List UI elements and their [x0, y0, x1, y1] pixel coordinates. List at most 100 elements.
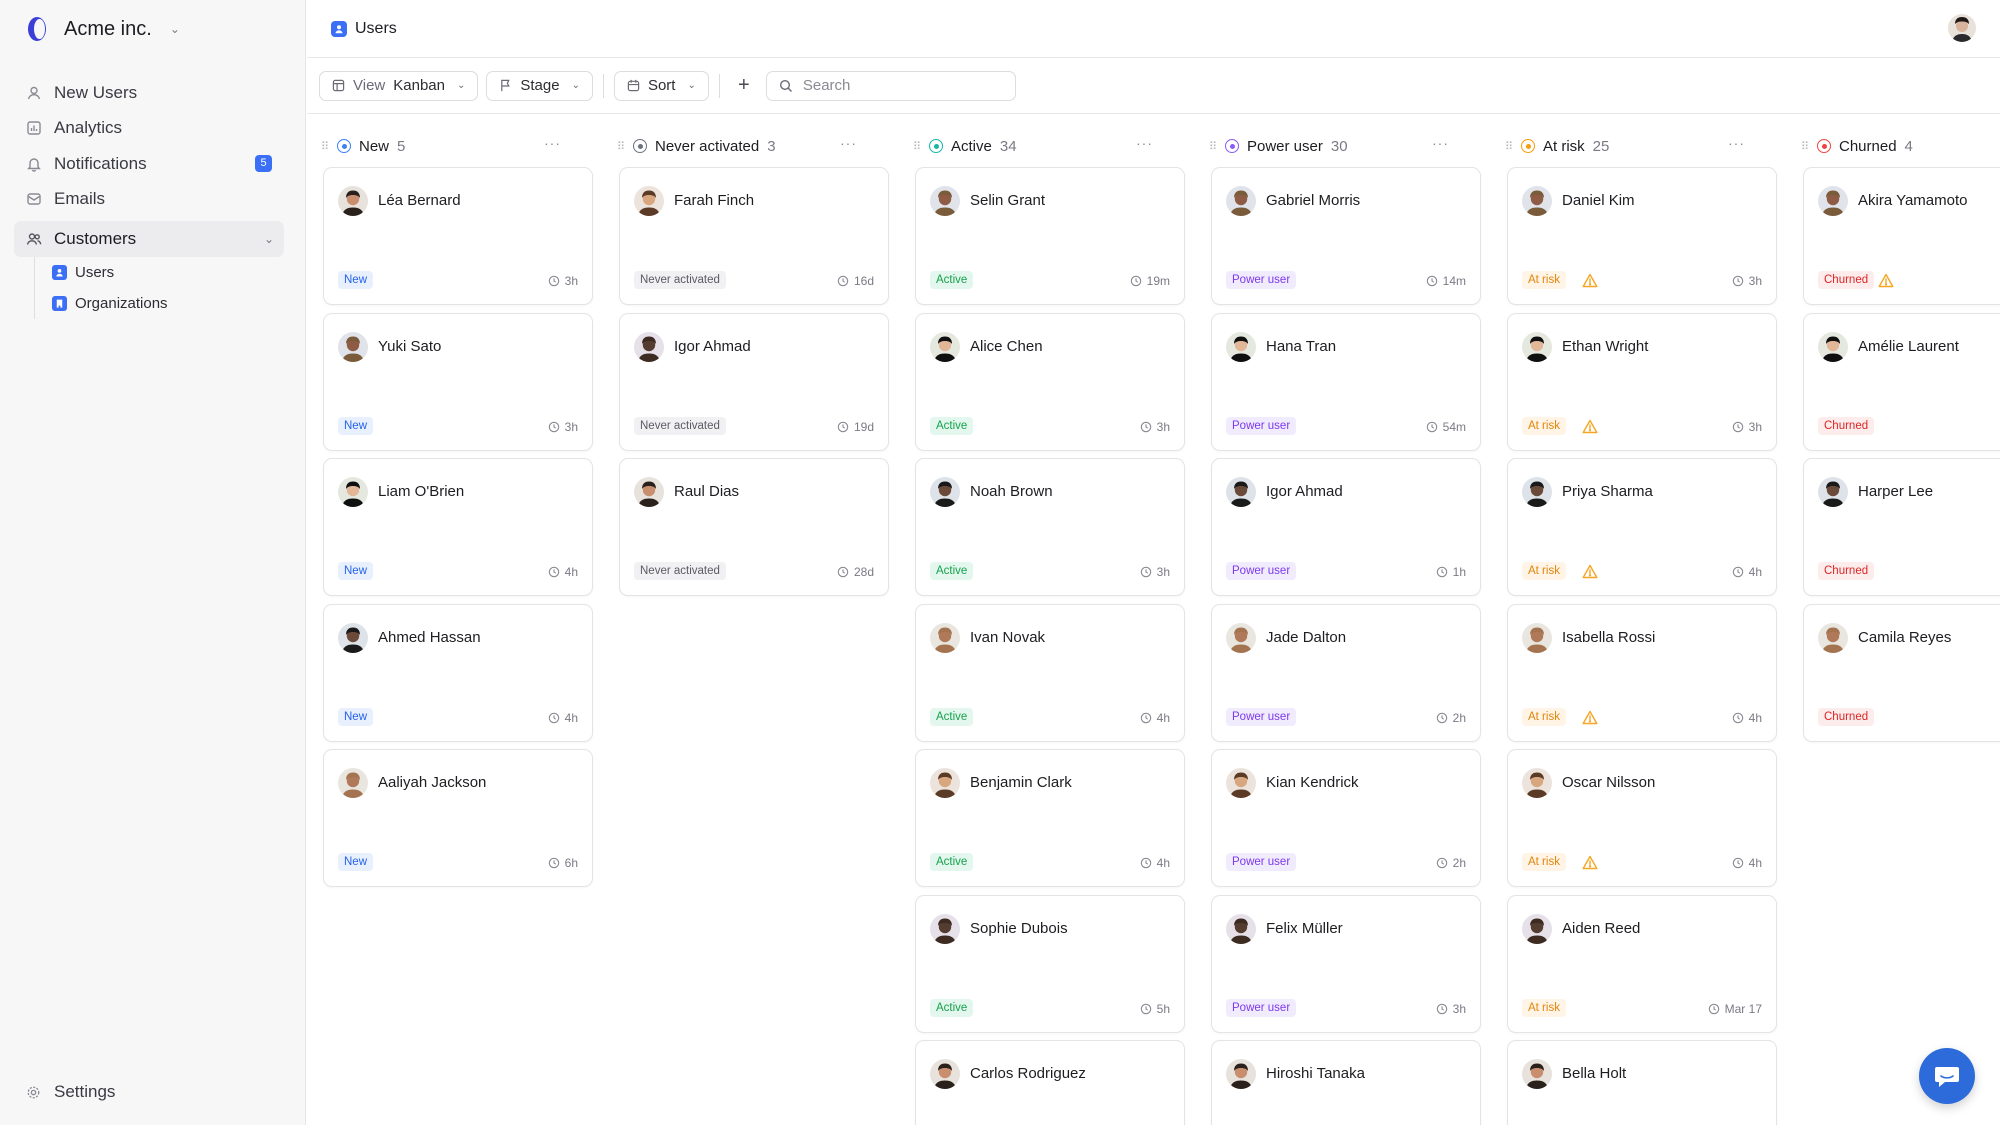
sidebar-item-settings[interactable]: Settings — [26, 1082, 115, 1102]
user-card[interactable]: Camila Reyes Churned — [1803, 603, 2000, 742]
user-card[interactable]: Priya Sharma At risk 4h — [1507, 458, 1777, 596]
user-card[interactable]: Hiroshi TanakaPower user — [1211, 1040, 1481, 1125]
warning-icon — [1582, 564, 1598, 579]
toolbar-divider — [718, 73, 720, 98]
avatar — [1226, 477, 1256, 507]
user-card[interactable]: Hana Tran Power user 54m — [1211, 312, 1481, 451]
stage-filter-button[interactable]: Stage ⌄ — [486, 70, 593, 101]
user-card[interactable]: Selin Grant Active 19m — [915, 167, 1185, 305]
avatar — [930, 622, 960, 653]
user-card[interactable]: Akira Yamamoto Churned — [1803, 167, 2000, 305]
time-text: 3h — [564, 274, 578, 288]
user-card[interactable]: Igor Ahmad Power user 1h — [1211, 458, 1481, 596]
user-card[interactable]: Felix Müller Power user 3h — [1211, 894, 1481, 1033]
user-card[interactable]: Noah Brown Active 3h — [915, 458, 1185, 596]
current-user-avatar[interactable] — [1948, 14, 1976, 42]
user-card[interactable]: Carlos RodriguezActive — [915, 1040, 1185, 1125]
sidebar-item-label: Notifications — [54, 153, 147, 173]
status-badge: New — [338, 271, 374, 289]
sidebar-item-new-users[interactable]: New Users — [14, 75, 284, 111]
user-card[interactable]: Igor Ahmad Never activated 19d — [619, 312, 889, 451]
column-title: Power user — [1247, 137, 1323, 155]
last-seen-time: 4h — [548, 565, 578, 579]
sort-button[interactable]: Sort ⌄ — [613, 70, 709, 101]
user-card[interactable]: Léa Bernard New 3h — [323, 167, 593, 305]
more-options-icon[interactable]: ··· — [1432, 135, 1449, 151]
time-text: 4h — [1156, 856, 1170, 870]
avatar — [1522, 331, 1552, 362]
sidebar-item-label: New Users — [54, 82, 138, 102]
drag-handle-icon[interactable]: ⠿ — [913, 140, 927, 153]
status-badge: Active — [930, 853, 974, 871]
sidebar-subitem-organizations[interactable]: Organizations — [52, 288, 284, 319]
sidebar-item-analytics[interactable]: Analytics — [14, 111, 284, 147]
chat-button[interactable] — [1919, 1048, 1975, 1104]
user-card[interactable]: Yuki Sato New 3h — [323, 312, 593, 451]
clock-icon — [1140, 421, 1152, 433]
drag-handle-icon[interactable]: ⠿ — [1505, 140, 1519, 153]
time-text: Mar 17 — [1724, 1001, 1762, 1016]
more-options-icon[interactable]: ··· — [840, 135, 857, 151]
user-card[interactable]: Isabella Rossi At risk 4h — [1507, 603, 1777, 742]
user-card[interactable]: Harper Lee Churned — [1803, 458, 2000, 596]
analytics-icon — [27, 121, 41, 135]
user-card[interactable]: Jade Dalton Power user 2h — [1211, 603, 1481, 742]
user-card[interactable]: Alice Chen Active 3h — [915, 312, 1185, 451]
chevron-down-icon: ⌄ — [456, 80, 466, 91]
add-filter-button[interactable]: + — [730, 72, 758, 100]
view-value: Kanban — [393, 77, 445, 94]
user-card[interactable]: Raul Dias Never activated 28d — [619, 458, 889, 596]
user-card[interactable]: Aiden Reed At risk Mar 17 — [1507, 894, 1777, 1033]
sidebar-subitem-users[interactable]: Users — [52, 257, 284, 288]
plus-icon: + — [738, 74, 750, 96]
sidebar-subitem-label: Users — [75, 263, 115, 281]
workspace-switcher[interactable]: Acme inc. ⌄ — [24, 14, 180, 44]
user-card[interactable]: Ahmed Hassan New 4h — [323, 603, 593, 742]
more-options-icon[interactable]: ··· — [1728, 135, 1745, 151]
user-card[interactable]: Oscar Nilsson At risk 4h — [1507, 749, 1777, 887]
sidebar-item-emails[interactable]: Emails — [14, 182, 284, 218]
status-badge: Power user — [1226, 707, 1297, 726]
bell-icon — [27, 158, 41, 172]
search-input[interactable] — [802, 77, 983, 94]
board-icon — [332, 79, 345, 92]
kanban-column-active: ⠿ Active 34 ··· Selin Grant Active 19m Alice Ch… — [899, 115, 1185, 1125]
user-card[interactable]: Gabriel Morris Power user 14m — [1211, 167, 1481, 305]
column-title: New — [359, 137, 390, 155]
avatar — [930, 331, 960, 362]
user-card[interactable]: Amélie Laurent Churned — [1803, 312, 2000, 451]
clock-icon — [548, 857, 560, 869]
user-name: Akira Yamamoto — [1858, 192, 1968, 209]
drag-handle-icon[interactable]: ⠿ — [321, 140, 335, 153]
user-card[interactable]: Ethan Wright At risk 3h — [1507, 312, 1777, 451]
warning-icon — [1582, 855, 1598, 870]
stage-status-icon — [1817, 139, 1831, 153]
sidebar-item-customers[interactable]: Customers ⌄ — [14, 221, 284, 257]
last-seen-time: 4h — [1140, 856, 1170, 870]
view-select-button[interactable]: View Kanban ⌄ — [319, 70, 479, 101]
more-options-icon[interactable]: ··· — [544, 135, 561, 151]
user-card[interactable]: Ivan Novak Active 4h — [915, 603, 1185, 742]
user-card[interactable]: Farah Finch Never activated 16d — [619, 167, 889, 305]
status-badge: New — [338, 562, 374, 580]
user-name: Ethan Wright — [1562, 337, 1649, 355]
drag-handle-icon[interactable]: ⠿ — [1209, 140, 1223, 153]
chevron-down-icon[interactable]: ⌄ — [264, 232, 274, 246]
user-card[interactable]: Bella HoltAt risk — [1507, 1040, 1777, 1125]
user-name: Alice Chen — [970, 337, 1043, 355]
clock-icon — [548, 566, 560, 578]
user-card[interactable]: Liam O'Brien New 4h — [323, 458, 593, 596]
status-badge: Churned — [1818, 271, 1875, 289]
status-badge: Active — [930, 707, 974, 726]
user-card[interactable]: Benjamin Clark Active 4h — [915, 749, 1185, 887]
user-card[interactable]: Aaliyah Jackson New 6h — [323, 749, 593, 887]
time-text: 3h — [1452, 1001, 1466, 1016]
sidebar-item-notifications[interactable]: Notifications 5 — [14, 146, 284, 182]
more-options-icon[interactable]: ··· — [1136, 135, 1153, 151]
user-card[interactable]: Sophie Dubois Active 5h — [915, 894, 1185, 1033]
user-card[interactable]: Kian Kendrick Power user 2h — [1211, 749, 1481, 887]
drag-handle-icon[interactable]: ⠿ — [617, 140, 631, 153]
drag-handle-icon[interactable]: ⠿ — [1801, 140, 1815, 153]
user-card[interactable]: Daniel Kim At risk 3h — [1507, 167, 1777, 305]
last-seen-time: 4h — [1732, 565, 1762, 579]
